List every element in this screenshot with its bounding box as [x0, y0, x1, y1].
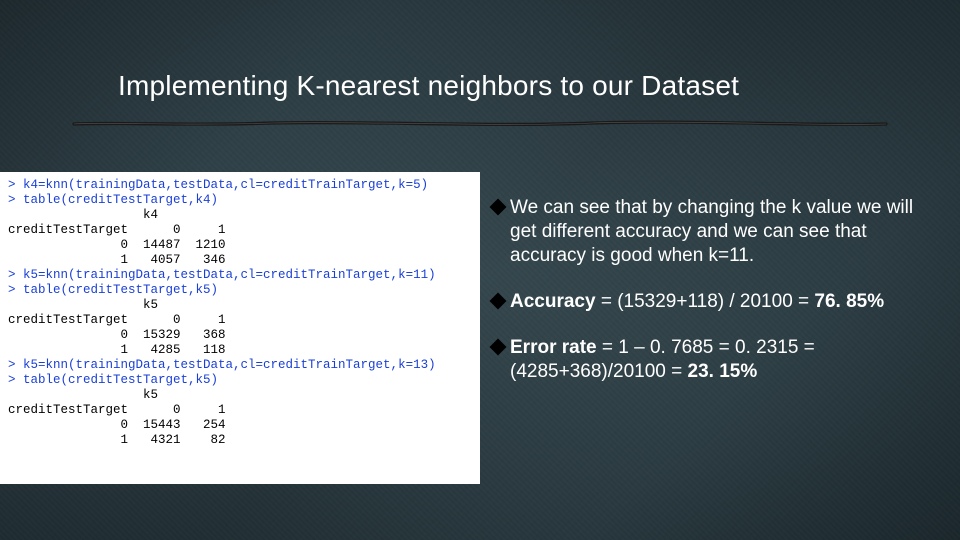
bullet-list: We can see that by changing the k value … [492, 196, 932, 406]
diamond-bullet-icon [490, 339, 507, 356]
code-line: 1 4057 346 [8, 253, 226, 267]
code-line: k5 [8, 298, 158, 312]
code-line: creditTestTarget 0 1 [8, 313, 226, 327]
code-line: creditTestTarget 0 1 [8, 223, 226, 237]
bullet-item: Error rate = 1 – 0. 7685 = 0. 2315 = (42… [492, 336, 932, 384]
diamond-bullet-icon [490, 293, 507, 310]
code-line: > table(creditTestTarget,k5) [8, 373, 218, 387]
bullet-item: We can see that by changing the k value … [492, 196, 932, 268]
metric-expr: = (15329+118) / 20100 = [596, 291, 815, 312]
metric-value: 23. 15% [688, 361, 758, 382]
code-line: 0 14487 1210 [8, 238, 226, 252]
code-line: k4 [8, 208, 158, 222]
code-line: k5 [8, 388, 158, 402]
code-line: 0 15329 368 [8, 328, 226, 342]
slide-title: Implementing K-nearest neighbors to our … [118, 70, 739, 102]
diamond-bullet-icon [490, 199, 507, 216]
code-line: 1 4321 82 [8, 433, 226, 447]
bullet-text: We can see that by changing the k value … [510, 196, 932, 268]
code-line: 1 4285 118 [8, 343, 226, 357]
code-line: > k5=knn(trainingData,testData,cl=credit… [8, 358, 436, 372]
code-line: > k5=knn(trainingData,testData,cl=credit… [8, 268, 436, 282]
r-console-output: > k4=knn(trainingData,testData,cl=credit… [0, 172, 480, 484]
code-line: > table(creditTestTarget,k5) [8, 283, 218, 297]
bullet-text: Error rate = 1 – 0. 7685 = 0. 2315 = (42… [510, 336, 932, 384]
code-line: > table(creditTestTarget,k4) [8, 193, 218, 207]
metric-value: 76. 85% [814, 291, 884, 312]
code-line: creditTestTarget 0 1 [8, 403, 226, 417]
bullet-text: Accuracy = (15329+118) / 20100 = 76. 85% [510, 290, 932, 314]
code-line: 0 15443 254 [8, 418, 226, 432]
metric-label: Error rate [510, 337, 597, 358]
bullet-item: Accuracy = (15329+118) / 20100 = 76. 85% [492, 290, 932, 314]
metric-label: Accuracy [510, 291, 596, 312]
title-underline [72, 120, 888, 126]
code-line: > k4=knn(trainingData,testData,cl=credit… [8, 178, 428, 192]
